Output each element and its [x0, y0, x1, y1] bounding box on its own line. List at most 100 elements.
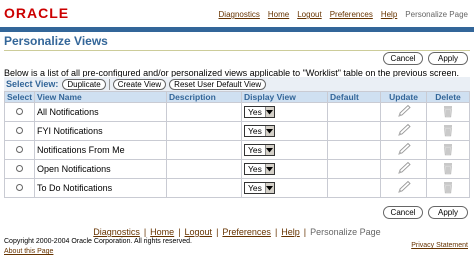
column-header-view-name: View Name: [34, 91, 168, 103]
trash-icon: [442, 181, 454, 196]
pencil-icon[interactable]: [396, 123, 412, 139]
view-name: Notifications From Me: [37, 145, 125, 155]
footer-link-diagnostics[interactable]: Diagnostics: [93, 227, 140, 237]
display-view-select[interactable]: Yes: [244, 163, 275, 175]
update-cell: [380, 159, 428, 179]
delete-cell: [426, 121, 470, 141]
global-link-home[interactable]: Home: [268, 10, 289, 19]
about-page-link[interactable]: About this Page: [4, 248, 53, 255]
select-cell: [3, 159, 36, 179]
update-cell: [380, 102, 428, 122]
select-cell: [3, 102, 36, 122]
footer-link-preferences[interactable]: Preferences: [222, 227, 271, 237]
select-radio[interactable]: [16, 184, 24, 191]
display-view-cell: Yes: [241, 159, 329, 179]
select-radio[interactable]: [16, 127, 24, 134]
view-name-cell: All Notifications: [34, 102, 168, 122]
apply-button-bottom[interactable]: Apply: [428, 206, 468, 219]
view-name: To Do Notifications: [37, 183, 113, 193]
logo-text: ORACLE: [4, 5, 70, 21]
footer-current-page: Personalize Page: [310, 227, 381, 237]
description-cell: [166, 102, 243, 122]
footer-separator: |: [143, 227, 147, 237]
delete-cell: [426, 159, 470, 179]
display-view-select[interactable]: Yes: [244, 106, 275, 118]
select-radio[interactable]: [16, 146, 24, 153]
table-row: All Notifications Yes: [3, 102, 470, 122]
display-view-value: Yes: [248, 145, 262, 155]
copyright-text: Copyright 2000-2004 Oracle Corporation. …: [4, 238, 192, 245]
display-view-value: Yes: [248, 164, 262, 174]
footer-link-help[interactable]: Help: [281, 227, 300, 237]
footer-separator: |: [178, 227, 181, 237]
duplicate-button[interactable]: Duplicate: [62, 78, 106, 90]
description-cell: [166, 178, 243, 198]
header-bar: [0, 27, 474, 32]
default-cell: [327, 178, 382, 198]
select-radio[interactable]: [16, 165, 24, 172]
global-link-logout[interactable]: Logout: [297, 10, 321, 19]
view-name-cell: FYI Notifications: [34, 121, 168, 141]
display-view-cell: Yes: [241, 178, 329, 198]
view-name: All Notifications: [37, 107, 99, 117]
display-view-value: Yes: [248, 126, 262, 136]
display-view-value: Yes: [248, 183, 262, 193]
global-link-help[interactable]: Help: [381, 10, 397, 19]
select-radio[interactable]: [16, 108, 24, 115]
oracle-logo: ORACLE: [4, 5, 100, 21]
footer-separator: |: [216, 227, 219, 237]
default-cell: [327, 159, 382, 179]
display-view-cell: Yes: [241, 140, 329, 160]
delete-cell: [426, 102, 470, 122]
pencil-icon[interactable]: [396, 142, 412, 158]
chevron-down-icon: [264, 107, 274, 117]
view-name-cell: To Do Notifications: [34, 178, 168, 198]
pencil-icon[interactable]: [396, 104, 412, 120]
footer-links: Diagnostics | Home | Logout | Preferences | Help…: [0, 227, 474, 237]
table-row: Notifications From Me Yes: [3, 140, 470, 160]
select-cell: [3, 178, 36, 198]
update-cell: [380, 121, 428, 141]
trash-icon: [442, 143, 454, 158]
default-cell: [327, 121, 382, 141]
select-view-bar: Select View: Duplicate Create View Reset…: [4, 77, 470, 91]
create-view-button[interactable]: Create View: [112, 78, 167, 90]
global-link-preferences[interactable]: Preferences: [330, 10, 373, 19]
privacy-statement-link[interactable]: Privacy Statement: [411, 242, 468, 249]
global-link-diagnostics[interactable]: Diagnostics: [219, 10, 260, 19]
trash-icon: [442, 162, 454, 177]
pencil-icon[interactable]: [396, 161, 412, 177]
page-title: Personalize Views: [4, 34, 108, 48]
view-name-cell: Open Notifications: [34, 159, 168, 179]
default-cell: [327, 102, 382, 122]
select-cell: [3, 140, 36, 160]
footer-separator: |: [303, 227, 307, 237]
footer-link-logout[interactable]: Logout: [185, 227, 213, 237]
chevron-down-icon: [264, 145, 274, 155]
display-view-value: Yes: [248, 107, 262, 117]
display-view-cell: Yes: [241, 102, 329, 122]
column-header-description: Description: [166, 91, 243, 103]
button-separator: [108, 78, 110, 90]
apply-button-top[interactable]: Apply: [428, 52, 468, 65]
view-name: FYI Notifications: [37, 126, 103, 136]
reset-default-view-button[interactable]: Reset User Default View: [169, 78, 267, 90]
table-row: To Do Notifications Yes: [3, 178, 470, 198]
cancel-button-top[interactable]: Cancel: [383, 52, 423, 65]
delete-cell: [426, 140, 470, 160]
display-view-select[interactable]: Yes: [244, 125, 275, 137]
chevron-down-icon: [264, 183, 274, 193]
display-view-select[interactable]: Yes: [244, 182, 275, 194]
column-header-select: Select: [3, 91, 36, 103]
pencil-icon[interactable]: [396, 180, 412, 196]
table-header-row: Select View Name Description Display Vie…: [3, 91, 470, 103]
select-view-label: Select View:: [6, 79, 59, 89]
update-cell: [380, 140, 428, 160]
footer-link-home[interactable]: Home: [150, 227, 174, 237]
table-row: Open Notifications Yes: [3, 159, 470, 179]
description-cell: [166, 159, 243, 179]
select-cell: [3, 121, 36, 141]
display-view-select[interactable]: Yes: [244, 144, 275, 156]
title-divider: [4, 50, 470, 51]
cancel-button-bottom[interactable]: Cancel: [383, 206, 423, 219]
